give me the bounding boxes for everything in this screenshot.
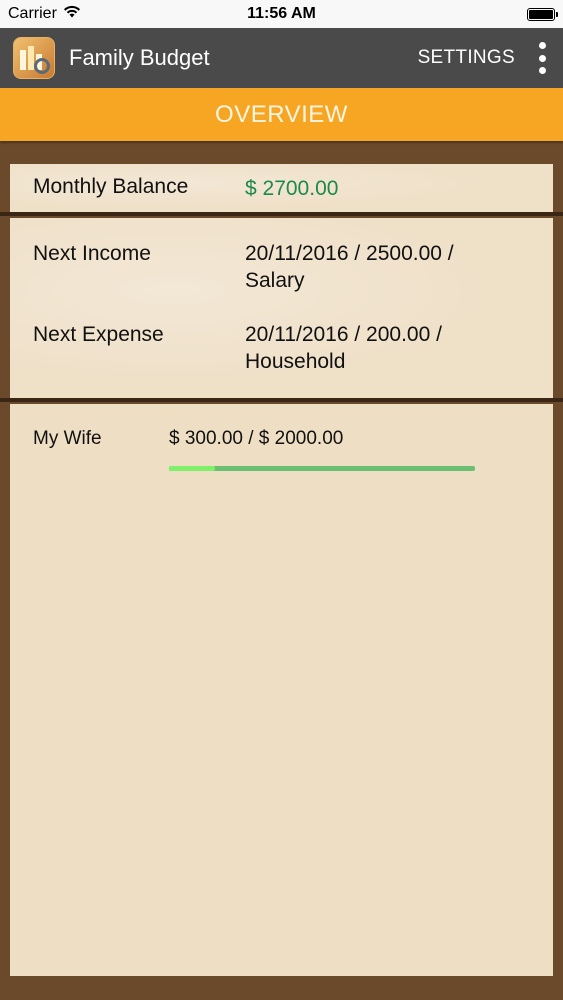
monthly-balance-panel: Monthly Balance $ 2700.00 (10, 164, 553, 212)
monthly-balance-label: Monthly Balance (33, 175, 189, 198)
tab-overview-label: OVERVIEW (215, 100, 348, 128)
settings-button[interactable]: SETTINGS (418, 47, 515, 69)
divider (0, 212, 563, 216)
next-income-value: 20/11/2016 / 2500.00 / Salary (245, 242, 454, 292)
status-time: 11:56 AM (247, 5, 316, 22)
app-title: Family Budget (69, 45, 210, 70)
battery-level (529, 9, 553, 19)
app-bar: Family Budget SETTINGS (0, 28, 563, 88)
next-income-label: Next Income (33, 242, 151, 265)
more-vert-icon[interactable] (537, 42, 547, 74)
budget-name: My Wife (33, 428, 102, 449)
budget-list-panel: My Wife $ 300.00 / $ 2000.00 (10, 404, 553, 976)
wifi-icon (63, 5, 81, 23)
upcoming-panel: Next Income 20/11/2016 / 2500.00 / Salar… (10, 218, 553, 398)
status-bar: Carrier 11:56 AM (0, 0, 563, 28)
tab-overview[interactable]: OVERVIEW (0, 88, 563, 141)
budget-amount: $ 300.00 / $ 2000.00 (169, 428, 344, 449)
next-expense-label: Next Expense (33, 323, 164, 346)
monthly-balance-value: $ 2700.00 (245, 177, 339, 200)
budget-progress-fill (169, 466, 215, 471)
next-expense-value: 20/11/2016 / 200.00 / Household (245, 323, 442, 373)
status-left: Carrier (8, 5, 81, 23)
carrier-label: Carrier (8, 5, 57, 22)
budget-progress-bar (169, 466, 475, 471)
divider (0, 398, 563, 402)
battery-icon (527, 7, 558, 21)
family-budget-app-icon (13, 37, 55, 79)
